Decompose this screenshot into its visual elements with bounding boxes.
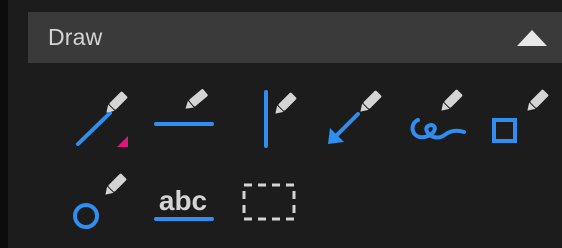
freehand-tool-button[interactable] [404,86,474,152]
dashed-rectangle-icon [242,183,296,221]
horizontal-line-tool-button[interactable] [148,86,218,152]
text-tool-label: abc [159,185,207,216]
text-tool-button[interactable]: abc [148,170,218,236]
rectangle-tool-button[interactable] [486,86,556,152]
triangle-up-icon[interactable] [516,27,548,49]
pen-circle-icon [73,173,127,229]
vertical-line-tool-button[interactable] [234,86,304,152]
line-tool-button[interactable] [68,86,138,152]
abc-text-icon: abc [154,185,214,221]
pen-vertical-line-icon [264,90,297,148]
draw-panel-header[interactable]: Draw [28,12,562,63]
draw-panel: Draw abc [0,0,562,248]
pen-arrow-icon [328,90,382,144]
selection-tool-button[interactable] [230,170,300,236]
circle-tool-button[interactable] [68,170,138,236]
panel-title: Draw [48,24,103,50]
arrow-tool-button[interactable] [320,86,390,152]
pen-line-icon [76,91,128,147]
pen-rectangle-icon [492,89,549,143]
pen-freehand-icon [410,89,466,140]
pen-horizontal-line-icon [154,89,214,126]
